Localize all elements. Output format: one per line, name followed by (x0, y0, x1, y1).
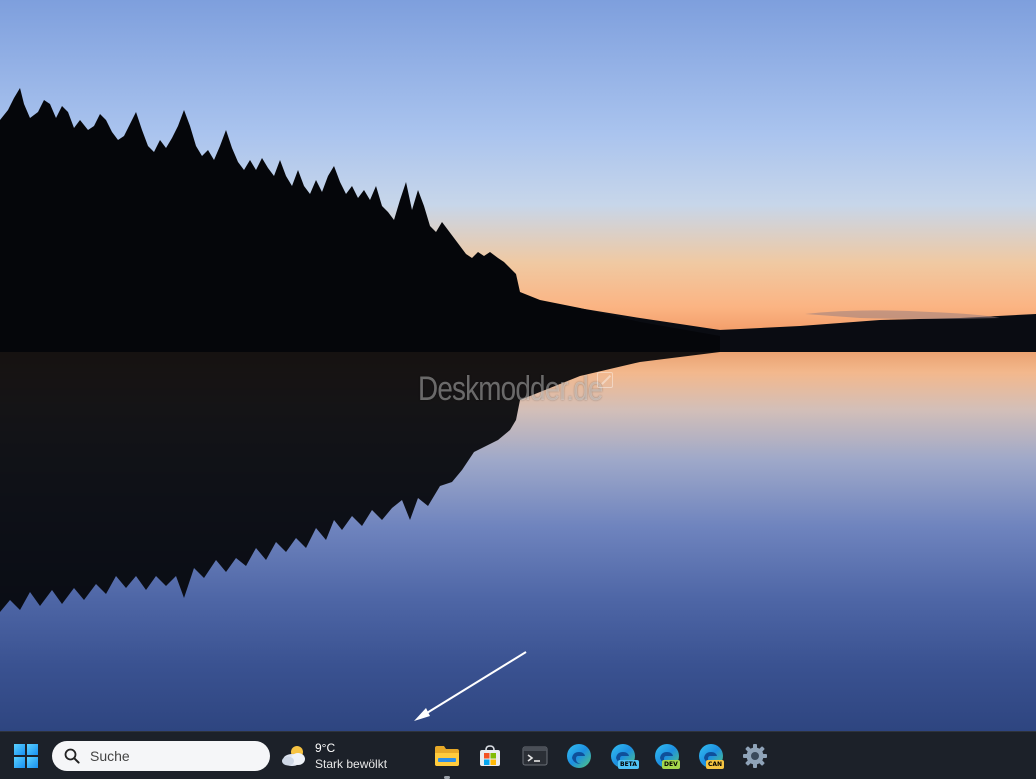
watermark-logo-icon (597, 372, 613, 388)
taskbar-app-edge-dev[interactable]: DEV (647, 736, 687, 776)
taskbar-app-terminal[interactable] (515, 736, 555, 776)
taskbar: 9°C Stark bewölkt (0, 731, 1036, 779)
weather-widget[interactable]: 9°C Stark bewölkt (280, 738, 410, 774)
folder-icon (435, 746, 459, 766)
gear-icon (743, 744, 767, 768)
taskbar-app-edge-canary[interactable]: CAN (691, 736, 731, 776)
horizon-cloud (805, 310, 1000, 319)
desktop-wallpaper: Deskmodder.de (0, 0, 1036, 731)
store-bag-icon (480, 745, 500, 766)
cloudy-weather-icon (282, 746, 305, 766)
edge-icon (567, 744, 591, 768)
weather-condition: Stark bewölkt (315, 757, 388, 771)
search-input[interactable] (90, 748, 250, 764)
edge-canary-badge: CAN (706, 760, 725, 769)
taskbar-app-file-explorer[interactable] (427, 736, 467, 779)
forest-reflection (0, 352, 720, 612)
annotation-arrow-line (421, 651, 527, 717)
search-box[interactable] (52, 741, 270, 771)
forest-silhouette (0, 88, 720, 352)
wallpaper-scene (0, 88, 1036, 721)
taskbar-app-microsoft-store[interactable] (470, 736, 510, 776)
start-button[interactable] (6, 736, 46, 776)
terminal-icon (522, 746, 548, 766)
edge-dev-badge: DEV (662, 760, 680, 769)
weather-temperature: 9°C (315, 741, 336, 755)
search-icon (64, 748, 80, 764)
taskbar-app-edge[interactable] (559, 736, 599, 776)
taskbar-app-edge-beta[interactable]: BETA (603, 736, 643, 776)
watermark-text: Deskmodder.de (418, 370, 603, 408)
taskbar-app-settings[interactable] (735, 736, 775, 776)
edge-beta-badge: BETA (618, 760, 639, 769)
annotation-arrow-head (414, 708, 430, 721)
windows-logo-icon (14, 744, 38, 768)
